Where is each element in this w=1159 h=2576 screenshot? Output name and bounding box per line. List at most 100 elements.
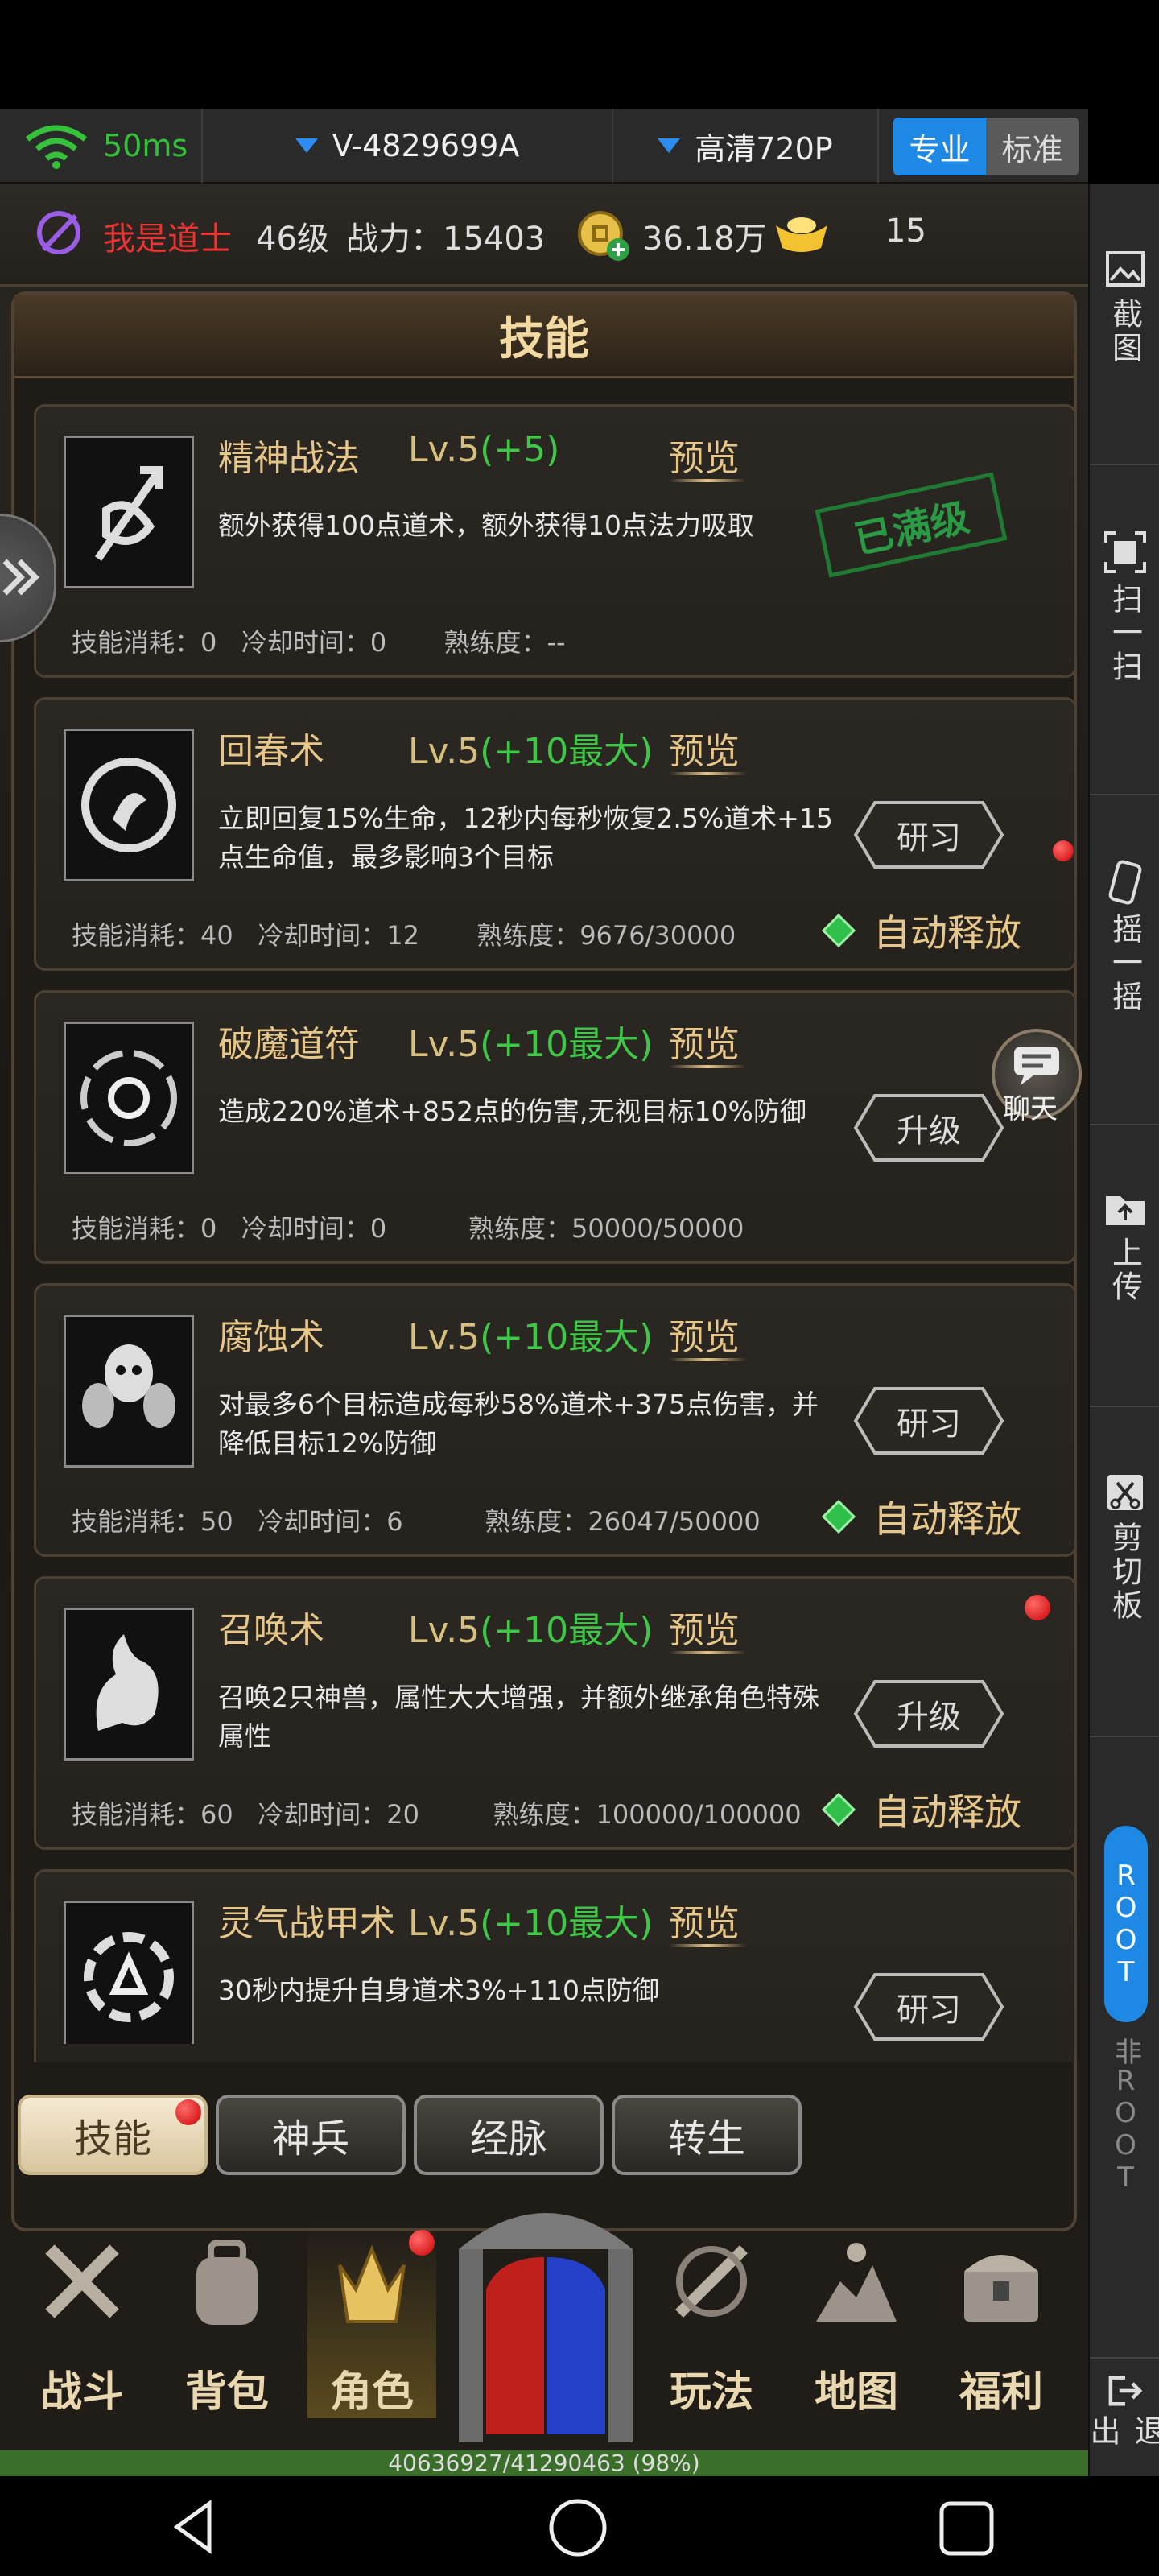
scan-icon xyxy=(1104,531,1146,573)
skill-level: Lv.5(+10最大) xyxy=(408,1610,654,1651)
max-level-stamp: 已满级 xyxy=(815,472,1008,578)
preview-link[interactable]: 预览 xyxy=(669,1894,740,1946)
sword-icon xyxy=(675,2245,748,2318)
skill-stats: 技能消耗：60 冷却时间：20 熟练度：100000/100000 xyxy=(72,1799,802,1830)
scan-button[interactable]: 扫一扫 xyxy=(1090,530,1159,795)
crown-helmet-icon xyxy=(338,2244,406,2323)
preview-link[interactable]: 预览 xyxy=(669,429,740,481)
mode-pro-button[interactable]: 专业 xyxy=(893,118,986,175)
nav-gameplay[interactable]: 玩法 xyxy=(647,2225,776,2418)
ping-segment: 50ms xyxy=(0,109,203,183)
device-id-selector[interactable]: V-4829699A xyxy=(203,109,613,183)
back-icon[interactable] xyxy=(169,2499,217,2555)
subtab-rebirth[interactable]: 转生 xyxy=(612,2095,802,2175)
mode-std-button[interactable]: 标准 xyxy=(986,118,1079,175)
nav-battle[interactable]: 战斗 xyxy=(18,2225,146,2418)
skill-description: 对最多6个目标造成每秒58%道术+375点伤害，并降低目标12%防御 xyxy=(218,1389,819,1459)
chat-notification-dot xyxy=(1053,840,1074,861)
exit-icon xyxy=(1108,2376,1143,2406)
skill-icon-summon xyxy=(64,1608,194,1761)
nav-bag[interactable]: 背包 xyxy=(163,2225,291,2418)
skill-name: 精神战法 xyxy=(218,438,360,479)
skill-description: 额外获得100点道术，额外获得10点法力吸取 xyxy=(218,510,754,541)
root-toggle-on[interactable]: ROOT xyxy=(1104,1826,1148,2022)
skill-card: 灵气战甲术 Lv.5(+10最大) 预览 30秒内提升自身道术3%+110点防御… xyxy=(34,1869,1077,2062)
expand-side-button[interactable] xyxy=(0,514,56,642)
skill-card: 破魔道符 Lv.5(+10最大) 预览 造成220%道术+852点的伤害,无视目… xyxy=(34,990,1077,1264)
device-id-text: V-4829699A xyxy=(332,128,520,163)
bottom-nav: 战斗 背包 角色 玩法 地图 福利 xyxy=(0,2177,1088,2460)
subtab-meridian[interactable]: 经脉 xyxy=(414,2095,604,2175)
mode-toggle[interactable]: 专业 标准 xyxy=(893,118,1079,175)
hp-text: 40636927/41290463 (98%) xyxy=(388,2450,700,2476)
skill-description: 立即回复15%生命，12秒内每秒恢复2.5%道术+15点生命值，最多影响3个目标 xyxy=(218,803,833,873)
home-icon[interactable] xyxy=(547,2497,608,2558)
scissors-icon xyxy=(1107,1475,1143,1510)
clipboard-button[interactable]: 剪切板 xyxy=(1090,1472,1159,1737)
notification-dot xyxy=(175,2099,201,2125)
skill-level: Lv.5(+5) xyxy=(408,429,560,470)
preview-underline xyxy=(669,1065,746,1068)
ingot-icon xyxy=(776,217,827,252)
upload-folder-icon xyxy=(1106,1196,1145,1225)
chat-bubble-icon xyxy=(1014,1046,1059,1085)
preview-underline xyxy=(669,1651,746,1654)
nav-welfare[interactable]: 福利 xyxy=(937,2225,1066,2418)
player-name: 我是道士 xyxy=(103,221,232,258)
preview-link[interactable]: 预览 xyxy=(669,1015,740,1067)
screenshot-button[interactable]: 截图 xyxy=(1090,248,1159,465)
skill-icon-spirit-combat xyxy=(64,436,194,588)
skill-name: 破魔道符 xyxy=(218,1024,360,1065)
skill-level: Lv.5(+10最大) xyxy=(408,1317,654,1358)
panel-title-bar: 技能 xyxy=(14,295,1074,378)
game-screen: 我是道士 46级 战力：15403 36.18万 15 技能 精神战法 Lv.5… xyxy=(0,184,1088,2460)
preview-link[interactable]: 预览 xyxy=(669,1308,740,1360)
skill-stats: 技能消耗：0 冷却时间：0 熟练度：-- xyxy=(72,627,566,658)
preview-underline xyxy=(669,1358,746,1361)
study-button[interactable]: 研习 xyxy=(852,1970,1005,2044)
chat-button[interactable]: 聊天 xyxy=(992,1029,1082,1125)
root-toggle-off[interactable]: 非ROOT xyxy=(1104,2027,1148,2204)
auto-cast-toggle[interactable]: 自动释放 xyxy=(822,904,1021,957)
gold-coin-icon[interactable] xyxy=(576,208,633,264)
skill-level: Lv.5(+10最大) xyxy=(408,1024,654,1065)
shake-button[interactable]: 摇一摇 xyxy=(1090,860,1159,1125)
skill-icon-spirit-armor xyxy=(64,1901,194,2044)
exit-button[interactable]: 退出 xyxy=(1085,2357,1159,2476)
green-gem-icon xyxy=(822,1500,856,1534)
upload-button[interactable]: 上传 xyxy=(1090,1190,1159,1407)
ingot-amount: 15 xyxy=(885,213,926,250)
upgrade-button[interactable]: 升级 xyxy=(852,1677,1005,1751)
green-gem-icon xyxy=(822,1793,856,1827)
skill-card: 召唤术 Lv.5(+10最大) 预览 召唤2只神兽，属性大大增强，并额外继承角色… xyxy=(34,1576,1077,1850)
gold-amount: 36.18万 xyxy=(642,221,767,258)
nav-map[interactable]: 地图 xyxy=(792,2225,921,2418)
recents-icon[interactable] xyxy=(938,2500,995,2557)
treasure-chest-icon xyxy=(964,2255,1038,2322)
portal-gate-icon[interactable] xyxy=(451,2193,641,2442)
skill-description: 30秒内提升自身道术3%+110点防御 xyxy=(218,1975,659,2006)
subtab-divine-weapon[interactable]: 神兵 xyxy=(216,2095,406,2175)
skill-stats: 技能消耗：0 冷却时间：0 熟练度：50000/50000 xyxy=(72,1213,744,1244)
auto-cast-toggle[interactable]: 自动释放 xyxy=(822,1490,1021,1543)
player-power: 战力：15403 xyxy=(346,221,546,258)
skill-name: 腐蚀术 xyxy=(218,1317,324,1358)
preview-link[interactable]: 预览 xyxy=(669,722,740,774)
right-toolbar: 截图 扫一扫 摇一摇 上传 剪切板 ROOT 非ROOT 退出 xyxy=(1085,184,1159,2476)
auto-cast-toggle[interactable]: 自动释放 xyxy=(822,1783,1021,1836)
green-gem-icon xyxy=(822,914,856,947)
player-info-bar: 我是道士 46级 战力：15403 36.18万 15 xyxy=(0,184,1088,287)
skill-card: 回春术 Lv.5(+10最大) 预览 立即回复15%生命，12秒内每秒恢复2.5… xyxy=(34,697,1077,971)
skill-icon-demon-talisman xyxy=(64,1022,194,1174)
skill-name: 召唤术 xyxy=(218,1610,324,1651)
upgrade-button[interactable]: 升级 xyxy=(852,1091,1005,1165)
skill-icon-rejuvenation xyxy=(64,729,194,881)
preview-link[interactable]: 预览 xyxy=(669,1601,740,1653)
study-button[interactable]: 研习 xyxy=(852,798,1005,872)
notification-dot xyxy=(1025,1595,1050,1620)
quality-selector[interactable]: 高清720P xyxy=(613,109,879,183)
panel-title: 技能 xyxy=(499,313,589,365)
study-button[interactable]: 研习 xyxy=(852,1384,1005,1458)
ping-text: 50ms xyxy=(103,128,188,163)
chat-label: 聊天 xyxy=(1003,1093,1058,1125)
